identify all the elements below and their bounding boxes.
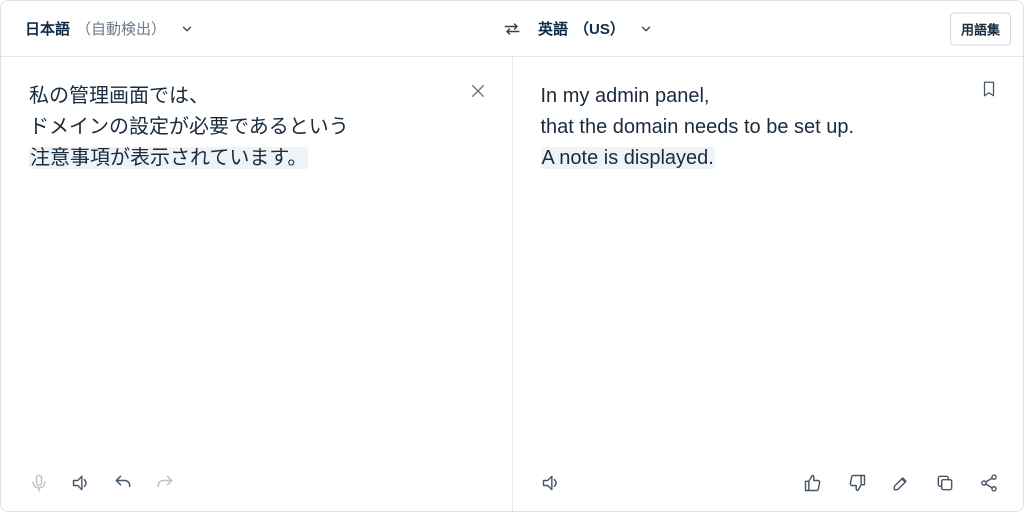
thumbs-up-button[interactable] (799, 469, 827, 497)
edit-icon (891, 473, 911, 493)
thumbs-up-icon (803, 473, 823, 493)
copy-icon (935, 473, 955, 493)
target-toolbar-left-group (537, 469, 565, 497)
mic-button[interactable] (25, 469, 53, 497)
swap-icon (502, 19, 522, 39)
redo-button[interactable] (151, 469, 179, 497)
source-line-highlighted: 注意事項が表示されています。 (29, 147, 308, 169)
target-line: In my admin panel, (541, 81, 968, 112)
target-language-selector[interactable]: 英語 （US） (510, 1, 1023, 56)
speaker-icon (541, 473, 561, 493)
source-toolbar (1, 459, 512, 511)
source-text-area[interactable]: 私の管理画面では、 ドメインの設定が必要であるという 注意事項が表示されています… (1, 57, 512, 459)
target-pane: In my admin panel, that the domain needs… (513, 57, 1024, 511)
target-text-area[interactable]: In my admin panel, that the domain needs… (513, 57, 1024, 459)
bookmark-button[interactable] (975, 75, 1003, 103)
edit-button[interactable] (887, 469, 915, 497)
copy-button[interactable] (931, 469, 959, 497)
language-header-bar: 日本語 （自動検出） 英語 （US） 用語集 (1, 1, 1023, 57)
share-icon (979, 473, 999, 493)
clear-source-button[interactable] (464, 77, 492, 105)
target-language-variant: （US） (574, 18, 625, 39)
chevron-down-icon (180, 22, 194, 36)
thumbs-down-icon (847, 473, 867, 493)
speaker-icon (71, 473, 91, 493)
source-pane: 私の管理画面では、 ドメインの設定が必要であるという 注意事項が表示されています… (1, 57, 513, 511)
target-toolbar (513, 459, 1024, 511)
translation-panes: 私の管理画面では、 ドメインの設定が必要であるという 注意事項が表示されています… (1, 57, 1023, 511)
thumbs-down-button[interactable] (843, 469, 871, 497)
target-language-label: 英語 (538, 18, 568, 39)
target-speaker-button[interactable] (537, 469, 565, 497)
chevron-down-icon (639, 22, 653, 36)
swap-languages-button[interactable] (494, 11, 530, 47)
undo-icon (113, 473, 133, 493)
close-icon (469, 82, 487, 100)
redo-icon (155, 473, 175, 493)
source-language-selector[interactable]: 日本語 （自動検出） (1, 1, 510, 56)
source-speaker-button[interactable] (67, 469, 95, 497)
translator-container: 日本語 （自動検出） 英語 （US） 用語集 (0, 0, 1024, 512)
source-language-label: 日本語 (25, 18, 70, 39)
target-line-highlighted: A note is displayed. (541, 147, 715, 169)
mic-icon (29, 473, 49, 493)
bookmark-icon (980, 80, 998, 98)
source-language-detect: （自動検出） (76, 18, 166, 39)
target-line: that the domain needs to be set up. (541, 112, 968, 143)
glossary-button[interactable]: 用語集 (950, 12, 1011, 45)
share-button[interactable] (975, 469, 1003, 497)
undo-button[interactable] (109, 469, 137, 497)
target-line: A note is displayed. (541, 143, 968, 174)
source-line: 私の管理画面では、 (29, 81, 456, 112)
target-toolbar-right-group (799, 469, 1003, 497)
source-line: 注意事項が表示されています。 (29, 143, 456, 174)
source-line: ドメインの設定が必要であるという (29, 112, 456, 143)
